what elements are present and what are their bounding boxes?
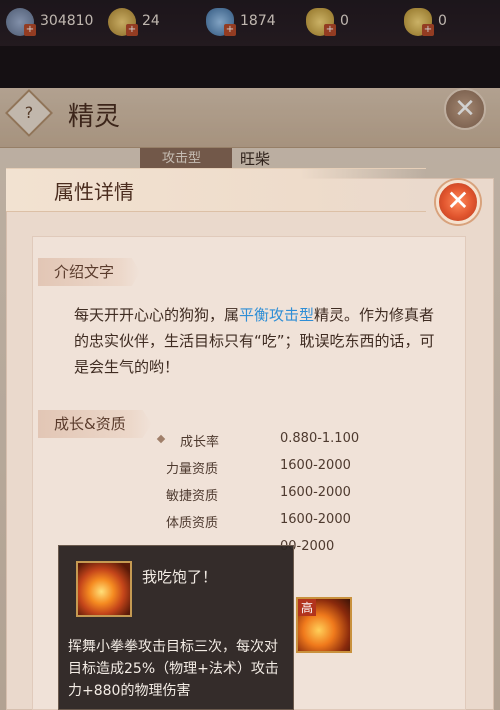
stat-value: 1600-2000 [280, 512, 351, 527]
dialog-close-button[interactable]: ✕ [436, 180, 480, 224]
stat-value: 0.880-1.100 [280, 431, 360, 446]
fist-flame-skill-icon [76, 561, 132, 617]
dialog-title: 属性详情 [54, 180, 134, 204]
intro-text-part1: 每天开开心心的狗狗，属 [74, 306, 240, 324]
stat-value: 1600-2000 [280, 458, 351, 473]
growth-section-tag: 成长&资质 [38, 410, 152, 438]
stat-row: 力量资质 1600-2000 [160, 458, 460, 484]
stat-row: 成长率 0.880-1.100 [156, 431, 460, 457]
stat-row: 敏捷资质 1600-2000 [160, 485, 460, 511]
intro-type-link[interactable]: 平衡攻击型 [239, 306, 314, 324]
skill-name: 我吃饱了！ [142, 568, 218, 586]
skill-description: 挥舞小拳拳攻击目标三次，每次对目标造成25%（物理+法术）攻击力+880的物理伤… [68, 639, 279, 699]
stat-row: 体质资质 1600-2000 [160, 512, 460, 538]
stat-label: 成长率 [180, 435, 220, 450]
skill-grade-badge: 高 [298, 599, 317, 616]
stat-value: 1600-2000 [280, 485, 351, 500]
intro-section-tag: 介绍文字 [38, 258, 141, 286]
skill-slot[interactable]: 高 [296, 597, 352, 653]
stat-label: 体质资质 [166, 516, 219, 531]
intro-text: 每天开开心心的狗狗，属平衡攻击型精灵。作为修真者的忠实伙伴，生活目标只有“吃”；… [74, 302, 444, 380]
stat-label: 力量资质 [166, 462, 219, 477]
stat-label: 敏捷资质 [166, 489, 219, 504]
